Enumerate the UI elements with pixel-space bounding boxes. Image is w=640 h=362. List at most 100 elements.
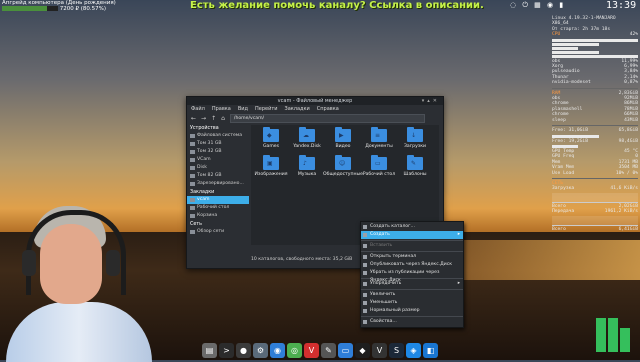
tray-battery-icon[interactable]: ▮ (559, 1, 565, 9)
home-icon[interactable]: ⌂ (221, 115, 225, 122)
back-icon[interactable]: ← (191, 115, 196, 122)
sidebar-item[interactable]: Том 82 GB (187, 172, 249, 180)
sidebar-item[interactable]: VCam (187, 156, 249, 164)
sidebar-item[interactable]: Том 32 GB (187, 148, 249, 156)
net-down-graph (552, 192, 638, 203)
conky-gpu-stats: GPU Temp 45 °C GPU Freq 0 Mem 1731 MB Vram Mem… (552, 149, 638, 176)
window-titlebar[interactable]: vcam - Файловый менеджер ▾▴✕ (187, 97, 443, 105)
separator (552, 125, 638, 127)
context-menu-label: Упорядочить (370, 281, 402, 286)
context-menu-item[interactable]: Убрать из публикации через Яндекс.Диск (361, 269, 463, 283)
folder-item[interactable]: ☁ Yandex.Disk (289, 127, 325, 157)
dock-editor-icon[interactable]: ✎ (321, 342, 336, 358)
close-icon[interactable]: ✕ (433, 98, 440, 104)
dock-filemanager-icon[interactable]: ▭ (338, 342, 353, 358)
menu-item[interactable]: Вид (238, 105, 248, 113)
sidebar-item[interactable]: Том 31 GB (187, 140, 249, 148)
folder-item[interactable]: ✎ Шаблоны (397, 155, 433, 185)
sidebar-item-label: Корзина (197, 213, 218, 218)
sidebar-section-title: Сеть (190, 222, 202, 227)
menu-item[interactable]: Перейти (255, 105, 278, 113)
folder-label: Общедоступные (323, 172, 363, 177)
folder-icon: ↓ (407, 127, 423, 142)
tray-network-icon[interactable]: ◌ (510, 1, 518, 9)
toolbar: ← → ↑ ⌂ /home/vcam/ (187, 113, 443, 123)
menubar: Файл Правка Вид Перейти Закладки Справка (187, 105, 443, 113)
sidebar-section-title: Закладки (190, 190, 215, 195)
dock-vbox-icon[interactable]: ◈ (406, 342, 421, 358)
context-menu-item[interactable]: Открыть терминал (361, 253, 463, 261)
sidebar-item[interactable]: Обзор сети (187, 228, 249, 236)
context-menu-item[interactable]: Создать ▸ (361, 231, 463, 239)
context-menu-item[interactable]: Уменьшить (361, 299, 463, 307)
context-menu-item[interactable]: Свойства... (361, 318, 463, 326)
drive-icon (190, 142, 195, 146)
drive-icon (190, 174, 195, 178)
dock-package-icon[interactable]: ◧ (423, 342, 438, 358)
tray-flag-icon[interactable]: ▦ (534, 1, 543, 9)
folder-emblem-icon: ▶ (339, 132, 344, 139)
dock-steam-icon[interactable]: S (389, 342, 404, 358)
dock-vivaldi-icon[interactable]: V (304, 342, 319, 358)
dock-browser-icon[interactable]: ◉ (270, 342, 285, 358)
conky-net-down-label: Загрузка (552, 186, 575, 192)
status-bar: 10 каталогов, свободного места: 35,2 GiB (251, 257, 353, 262)
conky-fs1-size: 65,8GiB (618, 128, 638, 134)
menu-item[interactable]: Правка (212, 105, 231, 113)
dock-media-icon[interactable]: ● (236, 342, 251, 358)
drive-icon (190, 158, 195, 162)
up-icon[interactable]: ↑ (211, 115, 216, 122)
sidebar-item[interactable]: Файловая система (187, 132, 249, 140)
sidebar-item-label: Том 82 GB (197, 173, 222, 178)
folder-item[interactable]: ◆ Games (253, 127, 289, 157)
context-menu-item[interactable]: Увеличить (361, 291, 463, 299)
folder-item[interactable]: ▭ Рабочий стол (361, 155, 397, 185)
top-panel: Апгрейд компьютера (День рождения) 7200 … (0, 0, 640, 12)
folder-plus-icon (363, 225, 367, 229)
folder-item[interactable]: ▶ Видео (325, 127, 361, 157)
dock-terminal-icon[interactable]: > (219, 342, 234, 358)
folder-item[interactable]: ♪ Музыка (289, 155, 325, 185)
menu-separator (361, 289, 463, 290)
context-menu-item[interactable]: Опубликовать через Яндекс.Диск (361, 261, 463, 269)
dock-vnc-icon[interactable]: V (372, 342, 387, 358)
sidebar-item-label: Обзор сети (197, 229, 225, 234)
menu-item[interactable]: Закладки (285, 105, 310, 113)
conky-net-up-label: Передача (552, 209, 575, 215)
forward-icon[interactable]: → (201, 115, 206, 122)
folder-item[interactable]: ≡ Документы (361, 127, 397, 157)
folder-emblem-icon: ◆ (267, 132, 272, 139)
sidebar-item[interactable]: Зарезервировано... (187, 180, 249, 188)
sidebar-item[interactable]: Disk (187, 164, 249, 172)
conky-net-total2-label: Всего (552, 226, 566, 232)
folder-icon: ▣ (263, 155, 279, 170)
menu-item[interactable]: Файл (191, 105, 205, 113)
folder-item[interactable]: ▣ Изображения (253, 155, 289, 185)
folder-item[interactable]: ↓ Загрузки (397, 127, 433, 157)
menu-separator (361, 251, 463, 252)
tray-volume-icon[interactable]: ◉ (547, 1, 555, 9)
folder-emblem-icon: ↓ (411, 132, 417, 139)
dock-chrome-icon[interactable]: ◎ (287, 342, 302, 358)
context-menu-item[interactable]: Создать каталог... (361, 223, 463, 231)
window-title: vcam - Файловый менеджер (277, 98, 353, 104)
context-menu-item[interactable]: Нормальный размер (361, 307, 463, 315)
dock-app-icon[interactable]: ◆ (355, 342, 370, 358)
tray-power-icon[interactable]: ⏻ (522, 1, 530, 9)
menu-item[interactable]: Справка (317, 105, 339, 113)
drive-icon (190, 198, 195, 202)
address-bar[interactable]: /home/vcam/ (229, 113, 425, 123)
sidebar-item[interactable]: vcam (187, 196, 249, 204)
folder-item[interactable]: ☺ Общедоступные (323, 155, 363, 185)
gpu-stat-row: Use Load 10% / 0% (552, 171, 638, 176)
folder-label: Документы (365, 144, 393, 149)
dock-settings-icon[interactable]: ⚙ (253, 342, 268, 358)
sidebar-item[interactable]: Корзина (187, 212, 249, 220)
dock-files-icon[interactable]: ▤ (202, 342, 217, 358)
sidebar-item[interactable]: Рабочий стол (187, 204, 249, 212)
cpu-meter (552, 42, 600, 46)
clock[interactable]: 13:39 (606, 0, 636, 11)
tray-icons[interactable]: ◌ ⏻ ▦ ◉ ▮ (510, 1, 565, 10)
new-icon (363, 233, 367, 237)
context-menu-item[interactable]: Упорядочить ▸ (361, 280, 463, 288)
